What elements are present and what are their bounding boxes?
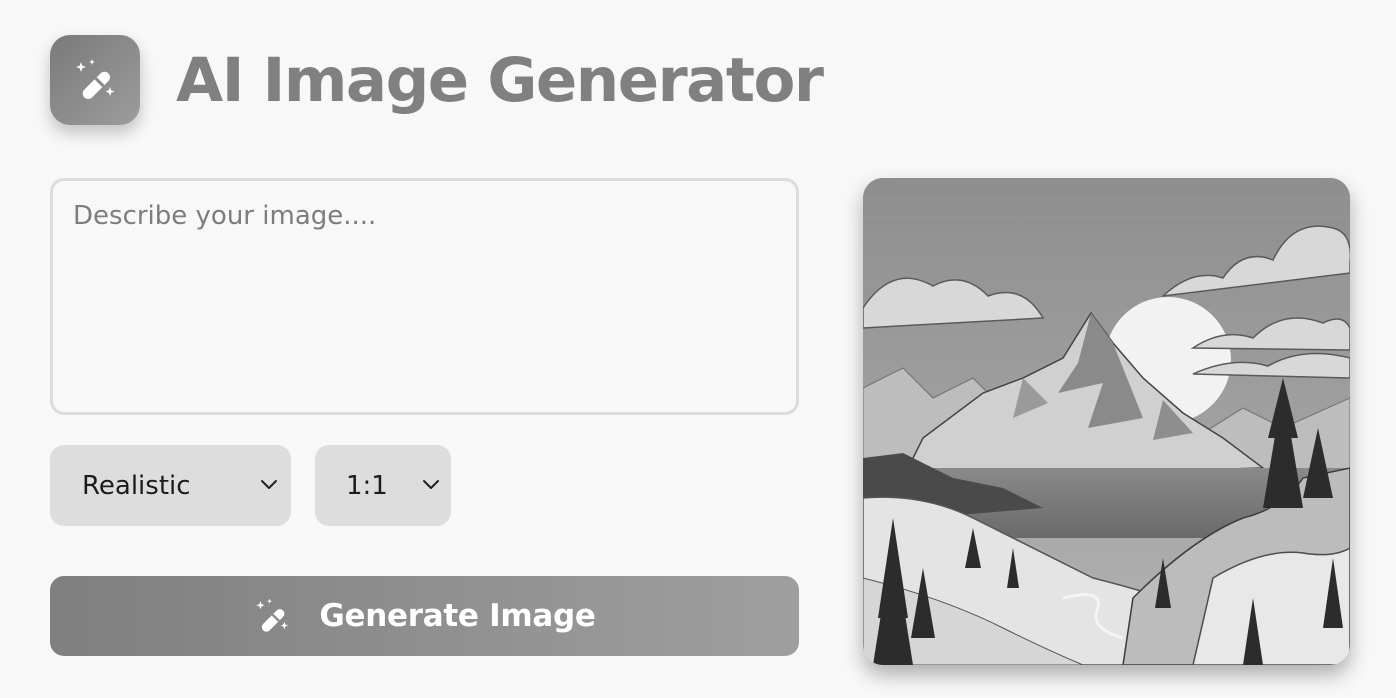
logo <box>50 35 140 125</box>
magic-wand-icon <box>253 597 291 635</box>
ratio-select-value: 1:1 <box>346 470 388 501</box>
header: AI Image Generator <box>50 35 824 125</box>
chevron-down-icon <box>423 480 439 489</box>
chevron-down-icon <box>261 480 277 489</box>
generate-image-button[interactable]: Generate Image <box>50 576 799 656</box>
magic-wand-icon <box>76 59 115 99</box>
mountain-landscape-image <box>863 178 1350 665</box>
page-title: AI Image Generator <box>176 44 824 116</box>
ratio-select[interactable]: 1:1 <box>315 445 451 526</box>
prompt-input[interactable] <box>50 178 799 415</box>
app-root: AI Image Generator Realistic 1:1 Gener <box>0 0 1396 698</box>
generated-image-preview <box>863 178 1350 665</box>
style-select[interactable]: Realistic <box>50 445 291 526</box>
style-select-value: Realistic <box>82 470 191 501</box>
generate-button-label: Generate Image <box>319 598 596 634</box>
